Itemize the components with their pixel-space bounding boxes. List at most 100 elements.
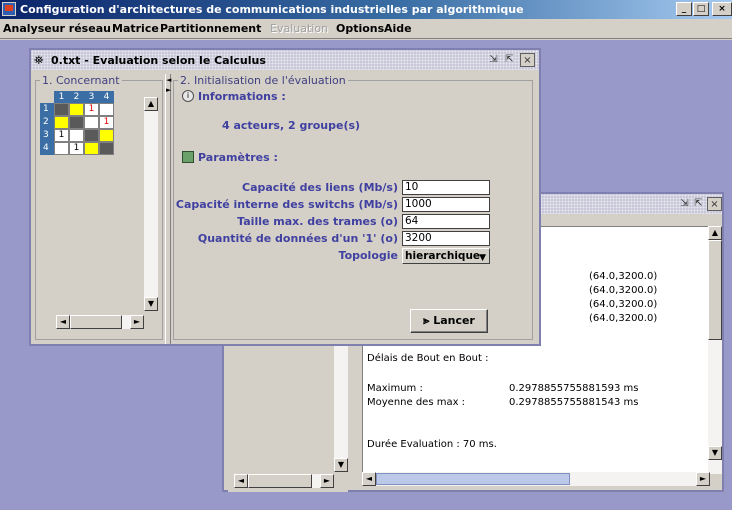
result-vertical-scrollbar[interactable]: ▲ ▼: [708, 226, 722, 474]
scroll-thumb[interactable]: [248, 474, 312, 488]
scroll-thumb[interactable]: [376, 473, 570, 485]
close-button[interactable]: ×: [712, 2, 732, 16]
quantite-donnees-input[interactable]: 3200: [402, 231, 490, 246]
app-icon: [2, 2, 16, 16]
scroll-thumb[interactable]: [70, 315, 122, 329]
duree-label: Durée Evaluation : 70 ms.: [367, 439, 497, 450]
lancer-button[interactable]: ⪢ Lancer: [410, 309, 488, 333]
scroll-down-icon[interactable]: ▼: [144, 297, 158, 311]
evaluation-frame-title-bar[interactable]: ⛯ 0.txt - Evaluation selon le Calculus ⇲…: [31, 50, 539, 70]
maximize-frame-icon[interactable]: ⇱: [502, 53, 517, 67]
matrix-row-header: 3: [40, 129, 54, 142]
result-pair: (64.0,3200.0): [589, 299, 658, 310]
iconify-icon[interactable]: ⇲: [486, 53, 501, 67]
scroll-thumb[interactable]: [708, 240, 722, 340]
maximize-button[interactable]: □: [693, 2, 709, 16]
menu-evaluation[interactable]: Evaluation: [270, 22, 328, 35]
scroll-right-icon[interactable]: ►: [696, 472, 710, 486]
matrix-cell[interactable]: 1: [54, 129, 69, 142]
matrix-cell[interactable]: [54, 103, 69, 116]
scroll-up-icon[interactable]: ▲: [144, 97, 158, 111]
close-frame-icon[interactable]: ×: [707, 197, 722, 211]
delais-label: Délais de Bout en Bout :: [367, 353, 489, 364]
matrix-row-header: 1: [40, 103, 54, 116]
matrix-cell[interactable]: [54, 116, 69, 129]
matrix-cell[interactable]: [54, 142, 69, 155]
scroll-left-icon[interactable]: ◄: [56, 315, 70, 329]
result-pair: (64.0,3200.0): [589, 285, 658, 296]
menu-aide[interactable]: Aide: [384, 22, 412, 35]
left-horizontal-scrollbar[interactable]: ◄ ►: [234, 474, 334, 488]
window-title: Configuration d'architectures de communi…: [20, 3, 524, 16]
scroll-down-icon[interactable]: ▼: [708, 446, 722, 460]
divider-right-arrow-icon[interactable]: ►: [166, 86, 171, 94]
matrix-cell[interactable]: 1: [69, 142, 84, 155]
scroll-left-icon[interactable]: ◄: [234, 474, 248, 488]
menu-analyseur-reseau[interactable]: Analyseur réseau: [3, 22, 111, 35]
scroll-down-icon[interactable]: ▼: [334, 458, 348, 472]
scroll-left-icon[interactable]: ◄: [362, 472, 376, 486]
matrix-row-header: 2: [40, 116, 54, 129]
maximum-label: Maximum :: [367, 383, 423, 394]
moyenne-value: 0.2978855755881543 ms: [509, 397, 639, 408]
desktop-pane: ⇲ ⇱ × ▼ ◄ ► (64.0,3200.0) (64.0,3200.0) …: [0, 40, 732, 510]
maximum-value: 0.2978855755881593 ms: [509, 383, 639, 394]
left-vertical-scrollbar[interactable]: ▼: [334, 324, 348, 472]
matrix-vertical-scrollbar[interactable]: ▲ ▼: [144, 97, 158, 311]
divider-left-arrow-icon[interactable]: ◄: [166, 76, 171, 84]
matrix-horizontal-scrollbar[interactable]: ◄ ►: [56, 315, 144, 329]
matrix-row-header: 4: [40, 142, 54, 155]
matrix-col-header: 2: [69, 91, 84, 103]
capacite-liens-label: Capacité des liens (Mb/s): [242, 181, 398, 194]
initialisation-group: 2. Initialisation de l'évaluation i Info…: [173, 74, 533, 340]
close-frame-icon[interactable]: ×: [520, 53, 535, 67]
matrix-cell[interactable]: 1: [84, 103, 99, 116]
menu-bar: Analyseur réseau Matrice Partitionnement…: [0, 19, 732, 39]
matrix-cell[interactable]: 1: [99, 116, 114, 129]
topologie-select[interactable]: hierarchique ▼: [402, 248, 490, 264]
topologie-value: hierarchique: [405, 250, 481, 262]
quantite-donnees-label: Quantité de données d'un '1' (o): [197, 232, 398, 245]
matrix-col-header: 3: [84, 91, 99, 103]
menu-partitionnement[interactable]: Partitionnement: [160, 22, 261, 35]
matrix-col-header: 4: [99, 91, 114, 103]
double-chevron-icon: ⪢: [423, 314, 434, 327]
result-horizontal-scrollbar[interactable]: ◄ ►: [362, 472, 710, 486]
matrix-cell[interactable]: [99, 129, 114, 142]
matrix-cell[interactable]: [69, 103, 84, 116]
moyenne-label: Moyenne des max :: [367, 397, 466, 408]
matrix-cell[interactable]: [99, 142, 114, 155]
matrix-cell[interactable]: [84, 142, 99, 155]
minimize-button[interactable]: _: [676, 2, 692, 16]
menu-options[interactable]: Options: [336, 22, 384, 35]
chevron-down-icon: ▼: [479, 253, 486, 263]
taille-trames-label: Taille max. des trames (o): [237, 215, 398, 228]
evaluation-frame: ⛯ 0.txt - Evaluation selon le Calculus ⇲…: [29, 48, 541, 346]
scroll-right-icon[interactable]: ►: [130, 315, 144, 329]
topologie-label: Topologie: [338, 249, 398, 262]
taille-trames-input[interactable]: 64: [402, 214, 490, 229]
main-title-bar: Configuration d'architectures de communi…: [0, 0, 732, 19]
binoculars-icon: ⛯: [34, 53, 44, 67]
matrix-cell[interactable]: [69, 116, 84, 129]
scroll-up-icon[interactable]: ▲: [708, 226, 722, 240]
lancer-label: Lancer: [433, 314, 475, 327]
matrix-cell[interactable]: [69, 129, 84, 142]
menu-matrice[interactable]: Matrice: [112, 22, 159, 35]
matrix-cell[interactable]: [84, 129, 99, 142]
capacite-liens-input[interactable]: 10: [402, 180, 490, 195]
form-labels: Capacité des liens (Mb/s) Capacité inter…: [174, 81, 398, 281]
capacite-switchs-input[interactable]: 1000: [402, 197, 490, 212]
result-left-panel: ▼ ◄ ►: [228, 324, 348, 492]
concernant-label: 1. Concernant: [40, 74, 122, 87]
result-pair: (64.0,3200.0): [589, 313, 658, 324]
matrix-cell[interactable]: [84, 116, 99, 129]
matrix-cell[interactable]: [99, 103, 114, 116]
evaluation-frame-title: 0.txt - Evaluation selon le Calculus: [51, 54, 266, 67]
concernant-group: 1. Concernant 1 2 3 4 1 2 3 4 1 1 1 1 ▲ …: [35, 74, 163, 340]
maximize-frame-icon[interactable]: ⇱: [691, 197, 706, 211]
scroll-right-icon[interactable]: ►: [320, 474, 334, 488]
split-divider[interactable]: ◄ ►: [165, 74, 171, 344]
iconify-icon[interactable]: ⇲: [677, 197, 692, 211]
matrix-col-header: 1: [54, 91, 69, 103]
